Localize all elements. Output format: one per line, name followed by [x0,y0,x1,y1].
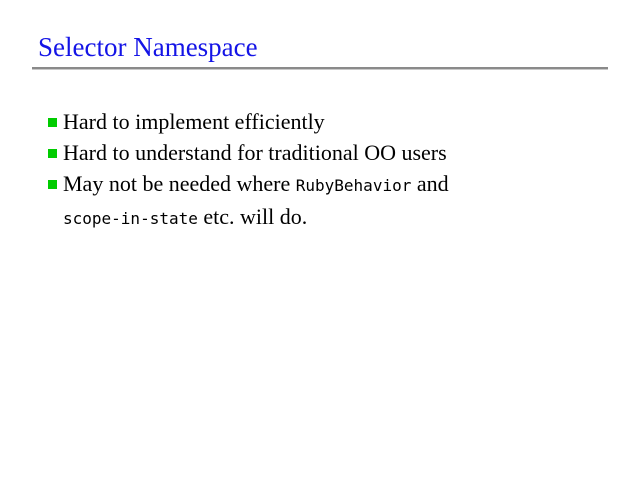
bullet-text-part-3: etc. will do. [197,204,308,229]
bullet-item-2: Hard to understand for traditional OO us… [46,137,616,168]
bullet-square-icon [48,180,57,189]
code-scope-in-state: scope-in-state [63,209,198,228]
title-divider [32,67,608,69]
bullet-square-icon [48,118,57,127]
bullet-text: Hard to implement efficiently [63,109,325,134]
bullet-item-3: May not be needed where RubyBehavior and… [46,168,616,234]
code-ruby-behavior: RubyBehavior [295,176,412,195]
bullet-text-part-1: May not be needed where [63,171,296,196]
bullet-text: Hard to understand for traditional OO us… [63,140,447,165]
bullet-square-icon [48,149,57,158]
bullet-list: Hard to implement efficiently Hard to un… [46,106,616,234]
bullet-item-1: Hard to implement efficiently [46,106,616,137]
bullet-text-part-2: and [411,171,449,196]
slide-title: Selector Namespace [38,32,258,62]
slide: Selector Namespace Hard to implement eff… [0,0,640,480]
